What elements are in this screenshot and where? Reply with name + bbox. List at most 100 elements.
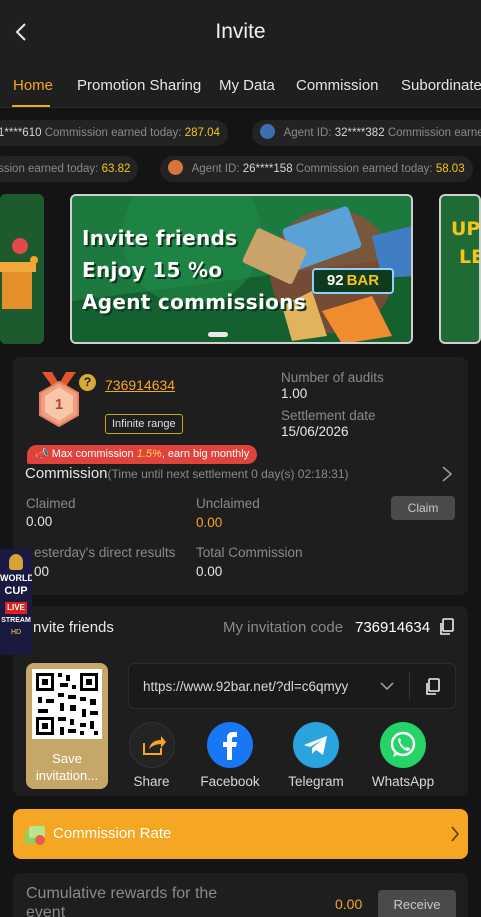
tab-home[interactable]: Home [13, 77, 53, 94]
ticker-item: Agent ID: 32****382 Commission earne [252, 120, 481, 146]
copy-icon[interactable] [439, 618, 455, 636]
logo-number: 92 [326, 272, 344, 289]
tab-subordinate[interactable]: Subordinate [401, 77, 481, 94]
commission-title: Commission [25, 465, 108, 482]
claimed-label: Claimed [26, 496, 76, 511]
invitation-code-value: 736914634 [355, 619, 431, 636]
agent-badge-icon [168, 160, 183, 175]
next-banner-text-top: UP [451, 218, 481, 240]
share-arrow-glyph [142, 736, 166, 755]
commission-rate-label: Commission Rate [53, 825, 172, 842]
ad-text-4: STREAM [1, 617, 31, 624]
tab-my-data[interactable]: My Data [219, 77, 275, 94]
chevron-right-icon [451, 826, 460, 842]
audits-value: 1.00 [281, 386, 308, 401]
qr-code [32, 669, 102, 739]
receive-button[interactable]: Receive [378, 890, 456, 917]
ticker-amount: 58.03 [435, 163, 465, 175]
yesterday-value: 00 [34, 564, 50, 579]
chevron-right-icon[interactable] [441, 466, 453, 482]
top-bar: Invite [0, 0, 481, 64]
tab-promotion-sharing[interactable]: Promotion Sharing [77, 77, 201, 94]
ticker-agent-id: 32****382 [334, 127, 385, 139]
max-commission-badge: 📣 Max commission 1.5%, earn big monthly [27, 445, 258, 464]
ad-text-2: CUP [4, 585, 28, 597]
ticker-amount: 287.04 [184, 127, 220, 139]
ticker-label: Commission earne [387, 127, 481, 139]
settlement-value: 15/06/2026 [281, 424, 349, 439]
unclaimed-label: Unclaimed [196, 496, 260, 511]
level-number: 1 [54, 396, 64, 413]
total-commission-value: 0.00 [196, 564, 223, 579]
megaphone-icon: 📣 [35, 448, 49, 460]
url-divider [409, 672, 410, 700]
invite-url: https://www.92bar.net/?dl=c6qmyy [143, 679, 349, 694]
banner-slide-prev[interactable] [0, 194, 44, 344]
whatsapp-label: WhatsApp [371, 774, 435, 789]
claimed-value: 0.00 [26, 514, 53, 529]
commission-countdown: (Time until next settlement 0 day(s) 02:… [107, 467, 349, 481]
floating-livestream-ad[interactable]: WORLD CUP LIVE STREAM HD [0, 549, 32, 655]
share-label: Share [133, 774, 170, 789]
telegram-glyph [304, 736, 327, 755]
qr-save-card[interactable]: Save invitation... [26, 663, 108, 789]
banner-headline-3: Agent commissions [82, 290, 306, 314]
trophy-icon [9, 554, 23, 570]
ticker-item: Agent ID: 26****158 Commission earned to… [160, 156, 473, 182]
banner-headline-1: Invite friends [82, 226, 238, 250]
carousel-indicator [208, 332, 228, 337]
agent-id[interactable]: 736914634 [105, 377, 175, 393]
agent-badge-icon [260, 124, 275, 139]
commission-row[interactable]: Commission(Time until next settlement 0 … [25, 465, 349, 483]
copy-url-icon[interactable] [425, 678, 441, 696]
ticker-label: Commission earned today: [44, 127, 182, 139]
gift-illustration [0, 194, 44, 344]
page-title: Invite [215, 20, 266, 43]
facebook-icon [207, 722, 253, 768]
telegram-label: Telegram [288, 774, 344, 789]
ticker-item: ssion earned today: 63.82 [0, 156, 139, 182]
ticker-label: Commission earned today: [295, 163, 433, 175]
invitation-code-label: My invitation code [223, 619, 344, 636]
chevron-down-icon[interactable] [380, 681, 394, 691]
share-icon [128, 722, 175, 768]
ticker-id-label: Agent ID: [283, 127, 332, 139]
telegram-icon [293, 722, 339, 768]
save-invitation-line2: invitation... [35, 768, 99, 783]
ad-text-1: WORLD [0, 573, 32, 583]
invite-title: nvite friends [33, 619, 114, 636]
brand-logo: 92 BAR [312, 268, 394, 294]
range-badge: Infinite range [105, 414, 183, 434]
help-icon[interactable]: ? [79, 374, 96, 391]
share-option-facebook[interactable]: Facebook [197, 722, 263, 789]
ad-text-5: HD [10, 629, 22, 636]
cumulative-value: 0.00 [335, 896, 363, 912]
cumulative-label-line2: event [26, 904, 66, 917]
tab-bar: Home Promotion Sharing My Data Commissio… [0, 64, 481, 108]
banner-slide-next[interactable]: UP LE [439, 194, 481, 344]
logo-word: BAR [346, 272, 380, 289]
unclaimed-value: 0.00 [196, 515, 223, 530]
share-option-whatsapp[interactable]: WhatsApp [367, 722, 439, 789]
qr-code-pattern [36, 673, 98, 735]
settlement-label: Settlement date [281, 408, 376, 423]
commission-rate-button[interactable]: Commission Rate [13, 809, 468, 859]
ticker-item: 1****610 Commission earned today: 287.04 [0, 120, 228, 146]
invite-url-box[interactable]: https://www.92bar.net/?dl=c6qmyy [128, 663, 456, 709]
total-commission-label: Total Commission [196, 545, 303, 560]
claim-button[interactable]: Claim [391, 496, 455, 520]
share-option-telegram[interactable]: Telegram [283, 722, 349, 789]
ad-text-3: LIVE [5, 602, 27, 614]
money-icon [25, 826, 45, 845]
max-badge-prefix: Max commission [51, 448, 137, 460]
banner-slide-main[interactable]: Invite friends Enjoy 15 %o Agent commiss… [70, 194, 413, 344]
ticker-amount: 63.82 [101, 163, 131, 175]
active-tab-indicator [12, 105, 50, 107]
tab-commission[interactable]: Commission [296, 77, 379, 94]
max-badge-rate: 1.5% [136, 448, 162, 460]
ticker-label: ssion earned today: [0, 163, 99, 175]
ticker-agent-id: 26****158 [242, 163, 293, 175]
audits-label: Number of audits [281, 370, 384, 385]
share-option-share[interactable]: Share [124, 722, 179, 789]
facebook-label: Facebook [200, 774, 260, 789]
